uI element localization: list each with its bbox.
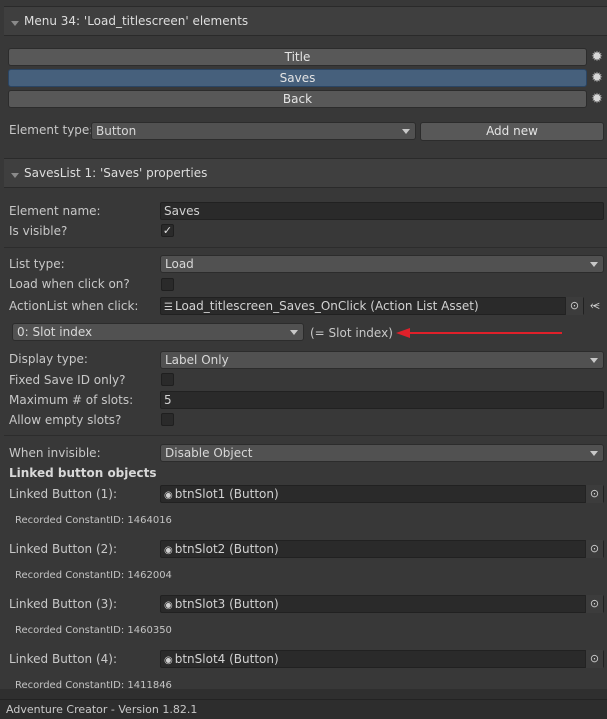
- actionlist-label: ActionList when click:: [9, 299, 139, 313]
- linked-button-label: Linked Button (2):: [9, 542, 118, 556]
- properties-header[interactable]: SavesList 1: 'Saves' properties: [4, 158, 607, 188]
- object-picker-icon[interactable]: ⊙: [585, 650, 603, 668]
- gear-icon[interactable]: ✹: [590, 50, 604, 64]
- create-actionlist-icon[interactable]: ⥷: [590, 298, 606, 312]
- slot-parameter-value: 0: Slot index: [17, 325, 93, 339]
- when-invisible-dropdown[interactable]: Disable Object: [160, 444, 604, 462]
- gear-icon[interactable]: ✹: [590, 71, 604, 85]
- properties-title: SavesList 1: 'Saves' properties: [24, 166, 208, 180]
- gameobject-icon: ◉: [164, 490, 173, 501]
- element-type-value: Button: [96, 124, 137, 138]
- gear-icon[interactable]: ✹: [590, 92, 604, 106]
- actionlist-field[interactable]: ☰ Load_titlescreen_Saves_OnClick (Action …: [160, 297, 584, 315]
- linked-buttons-header: Linked button objects: [9, 466, 157, 480]
- add-new-button[interactable]: Add new: [420, 122, 604, 141]
- chevron-down-icon: [402, 129, 410, 134]
- element-button-back[interactable]: Back: [8, 90, 587, 108]
- linked-button-value: btnSlot2 (Button): [174, 542, 279, 556]
- chevron-down-icon: [590, 262, 598, 267]
- is-visible-checkbox[interactable]: ✓: [161, 224, 174, 237]
- element-button-saves[interactable]: Saves: [8, 69, 587, 87]
- menu-elements-header[interactable]: Menu 34: 'Load_titlescreen' elements: [4, 6, 607, 36]
- linked-button-field[interactable]: ◉ btnSlot2 (Button) ⊙: [160, 540, 604, 558]
- object-picker-icon[interactable]: ⊙: [585, 485, 603, 503]
- version-footer: Adventure Creator - Version 1.82.1: [0, 699, 607, 719]
- slot-parameter-hint: (= Slot index): [310, 326, 393, 340]
- list-type-label: List type:: [9, 257, 65, 271]
- load-when-click-label: Load when click on?: [9, 277, 130, 291]
- allow-empty-label: Allow empty slots?: [9, 413, 122, 427]
- object-picker-icon[interactable]: ⊙: [585, 595, 603, 613]
- recorded-constant-id: Recorded ConstantID: 1464016: [15, 515, 172, 526]
- linked-button-value: btnSlot3 (Button): [174, 597, 279, 611]
- display-type-value: Label Only: [165, 353, 229, 367]
- load-when-click-checkbox[interactable]: [161, 278, 174, 291]
- chevron-down-icon: [590, 358, 598, 363]
- linked-button-field[interactable]: ◉ btnSlot3 (Button) ⊙: [160, 595, 604, 613]
- annotation-arrow-icon: [396, 328, 562, 338]
- display-type-dropdown[interactable]: Label Only: [160, 351, 604, 369]
- allow-empty-checkbox[interactable]: [161, 413, 174, 426]
- gameobject-icon: ◉: [164, 545, 173, 556]
- linked-button-label: Linked Button (3):: [9, 597, 118, 611]
- element-button-title[interactable]: Title: [8, 48, 587, 66]
- element-name-field[interactable]: Saves: [160, 202, 604, 220]
- max-slots-field[interactable]: 5: [160, 391, 604, 409]
- object-picker-icon[interactable]: ⊙: [585, 540, 603, 558]
- divider: [4, 247, 607, 248]
- panel-bottom-strip: [0, 689, 607, 699]
- recorded-constant-id: Recorded ConstantID: 1460350: [15, 625, 172, 636]
- when-invisible-value: Disable Object: [165, 446, 253, 460]
- linked-button-field[interactable]: ◉ btnSlot1 (Button) ⊙: [160, 485, 604, 503]
- when-invisible-label: When invisible:: [9, 446, 101, 460]
- object-picker-icon[interactable]: ⊙: [565, 297, 583, 315]
- actionlist-value: Load_titlescreen_Saves_OnClick (Action L…: [174, 299, 479, 313]
- is-visible-label: Is visible?: [9, 224, 68, 238]
- chevron-down-icon: [290, 330, 298, 335]
- linked-button-field[interactable]: ◉ btnSlot4 (Button) ⊙: [160, 650, 604, 668]
- element-name-label: Element name:: [9, 204, 101, 218]
- element-type-label: Element type:: [9, 123, 94, 137]
- chevron-down-icon: [590, 451, 598, 456]
- gameobject-icon: ◉: [164, 655, 173, 666]
- foldout-arrow-icon: [11, 20, 19, 26]
- list-type-value: Load: [165, 257, 194, 271]
- actionlist-asset-icon: ☰: [164, 302, 173, 313]
- element-type-dropdown[interactable]: Button: [91, 122, 416, 140]
- menu-elements-title: Menu 34: 'Load_titlescreen' elements: [24, 14, 249, 28]
- slot-parameter-dropdown[interactable]: 0: Slot index: [12, 323, 304, 341]
- recorded-constant-id: Recorded ConstantID: 1462004: [15, 570, 172, 581]
- foldout-arrow-icon: [11, 172, 19, 178]
- linked-button-label: Linked Button (4):: [9, 652, 118, 666]
- list-type-dropdown[interactable]: Load: [160, 255, 604, 273]
- fixed-save-label: Fixed Save ID only?: [9, 373, 126, 387]
- divider: [4, 435, 607, 436]
- display-type-label: Display type:: [9, 352, 88, 366]
- max-slots-label: Maximum # of slots:: [9, 393, 134, 407]
- fixed-save-checkbox[interactable]: [161, 373, 174, 386]
- linked-button-value: btnSlot4 (Button): [174, 652, 279, 666]
- linked-button-value: btnSlot1 (Button): [174, 487, 279, 501]
- linked-button-label: Linked Button (1):: [9, 487, 118, 501]
- gameobject-icon: ◉: [164, 600, 173, 611]
